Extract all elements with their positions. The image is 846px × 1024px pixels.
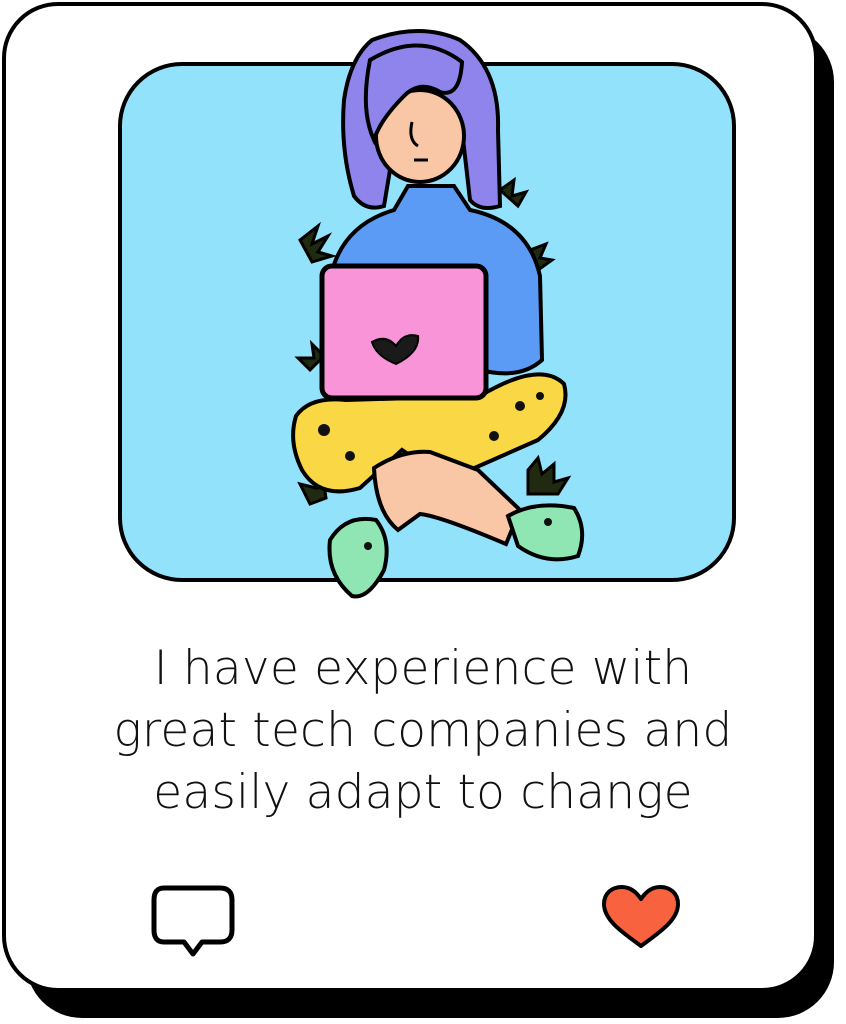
sock-left [327, 517, 389, 599]
laptop [319, 263, 489, 401]
speech-bubble-icon [151, 885, 235, 957]
caption-line: easily adapt to change [153, 765, 693, 820]
caption-line: I have experience with [153, 641, 693, 696]
like-button[interactable] [600, 884, 682, 950]
illustration-girl-with-laptop [118, 29, 736, 599]
post-caption: I have experience with great tech compan… [40, 638, 806, 824]
comment-button[interactable] [150, 884, 238, 960]
caption-line: great tech companies and [113, 703, 733, 758]
heart-icon [602, 885, 680, 948]
